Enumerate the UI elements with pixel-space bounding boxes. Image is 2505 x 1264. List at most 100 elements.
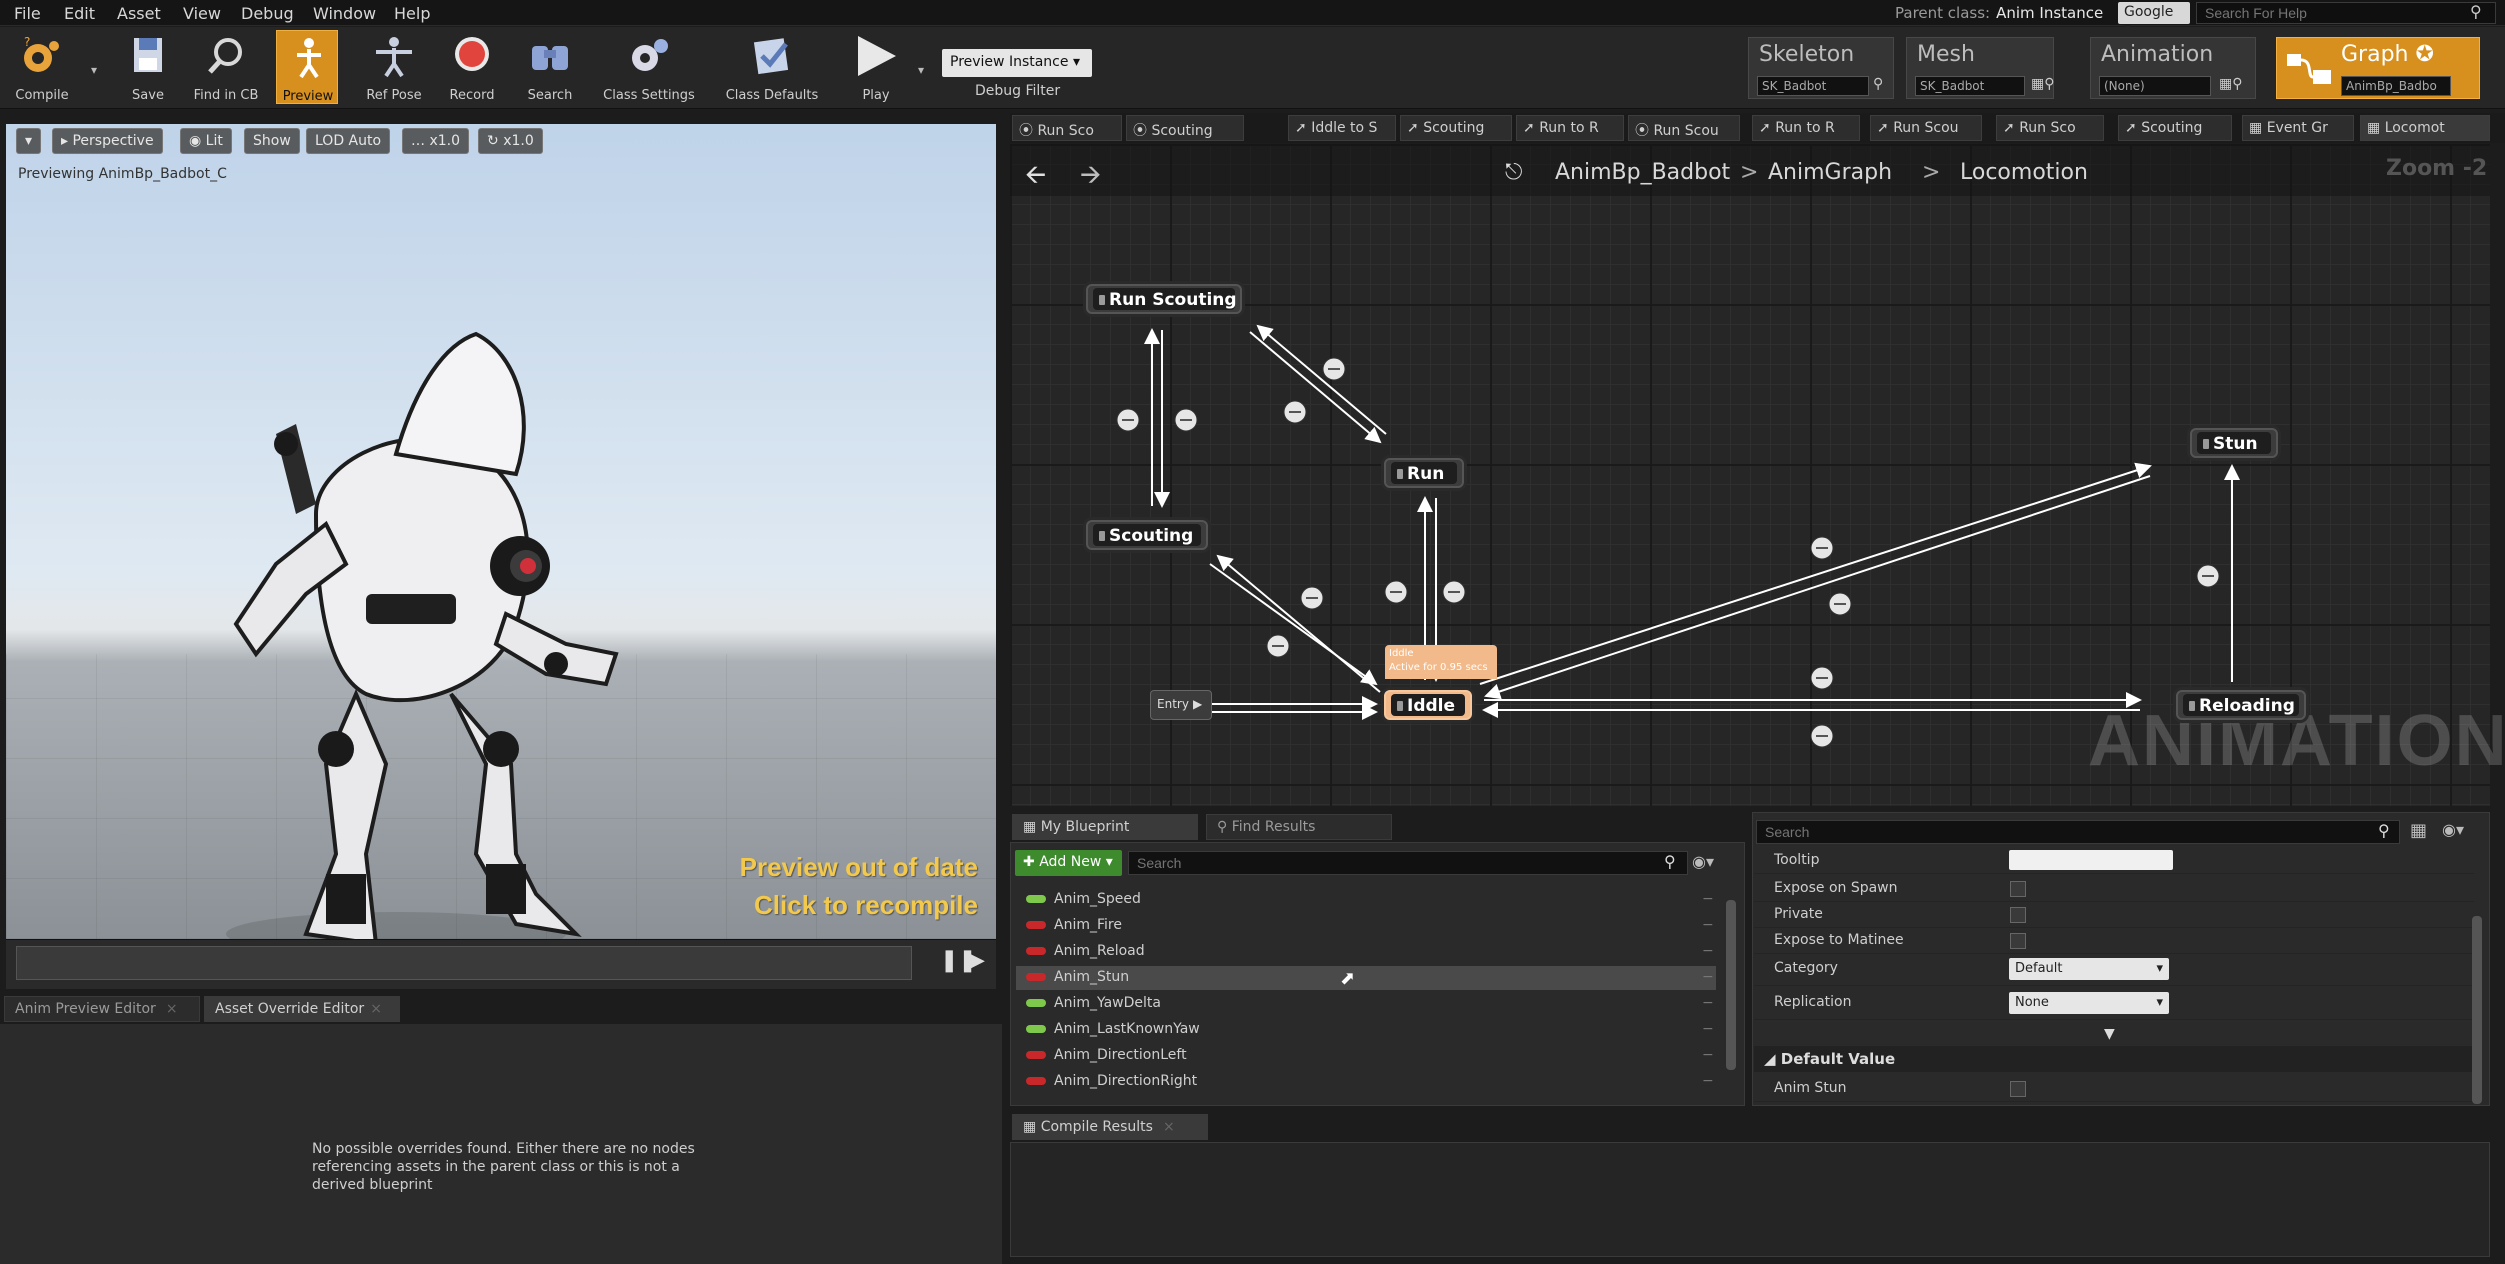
variable-menu-icon[interactable]: − bbox=[1702, 917, 1714, 933]
state-node-reloading[interactable]: Reloading bbox=[2176, 690, 2306, 720]
menu-edit[interactable]: Edit bbox=[64, 4, 95, 23]
search-icon[interactable]: ⚲ bbox=[2378, 821, 2390, 840]
search-icon[interactable]: ⚲ bbox=[2470, 2, 2482, 21]
show-button[interactable]: Show bbox=[244, 128, 300, 154]
state-node-run-scouting[interactable]: Run Scouting bbox=[1086, 284, 1242, 314]
anim-stun-default-checkbox[interactable] bbox=[2010, 1081, 2026, 1097]
replication-dropdown[interactable]: None ▾ bbox=[2009, 992, 2169, 1014]
state-node-iddle[interactable]: Iddle bbox=[1384, 690, 1472, 720]
search-provider-dropdown[interactable]: Google ▾ bbox=[2118, 2, 2190, 36]
variable-row[interactable]: Anim_DirectionRight − bbox=[1016, 1070, 1716, 1094]
parent-class-value[interactable]: Anim Instance bbox=[1996, 4, 2103, 22]
search-button[interactable]: Search bbox=[512, 30, 588, 104]
tab-graph-2[interactable]: ➚ Iddle to S bbox=[1288, 115, 1396, 141]
state-node-run[interactable]: Run bbox=[1384, 458, 1464, 488]
ref-pose-button[interactable]: Ref Pose bbox=[356, 30, 432, 104]
play-rate-button[interactable]: ↻ x1.0 bbox=[478, 128, 543, 154]
tab-graph-10[interactable]: ▦ Event Gr bbox=[2242, 115, 2354, 141]
tab-graph-4[interactable]: ➚ Run to R bbox=[1516, 115, 1624, 141]
class-defaults-button[interactable]: Class Defaults bbox=[720, 30, 824, 104]
help-search-input[interactable] bbox=[2196, 2, 2496, 24]
tab-graph-3[interactable]: ➚ Scouting bbox=[1400, 115, 1512, 141]
preview-instance-dropdown[interactable]: Preview Instance ▾ bbox=[942, 49, 1092, 77]
transition-iddle-to-stun[interactable] bbox=[1479, 462, 2152, 685]
menu-view[interactable]: View bbox=[183, 4, 221, 23]
close-icon[interactable]: × bbox=[1163, 1119, 1175, 1135]
tab-graph-8[interactable]: ➚ Run Sco bbox=[1996, 115, 2104, 141]
variable-menu-icon[interactable]: − bbox=[1702, 1073, 1714, 1089]
compile-options-chevron-icon[interactable]: ▾ bbox=[91, 63, 97, 77]
mode-mesh-field[interactable]: SK_Badbot bbox=[1915, 76, 2025, 96]
default-value-section-header[interactable]: ◢ Default Value bbox=[1754, 1046, 2474, 1072]
tab-asset-override-editor[interactable]: Asset Override Editor × bbox=[204, 996, 400, 1022]
variable-row[interactable]: Anim_LastKnownYaw − bbox=[1016, 1018, 1716, 1042]
add-new-button[interactable]: ✚ Add New ▾ bbox=[1015, 850, 1122, 876]
transition-stun-to-iddle[interactable] bbox=[1484, 475, 2151, 700]
menu-asset[interactable]: Asset bbox=[117, 4, 161, 23]
transition-iddle-to-scouting[interactable] bbox=[1216, 554, 1381, 693]
entry-node[interactable]: Entry ▶ bbox=[1150, 690, 1212, 720]
search-icon[interactable]: ⚲ bbox=[1664, 852, 1676, 871]
mode-mesh[interactable]: Mesh SK_Badbot ▦⚲ bbox=[1906, 37, 2054, 99]
step-forward-icon[interactable]: ▶ bbox=[968, 948, 985, 973]
play-button[interactable]: Play bbox=[838, 30, 914, 104]
save-button[interactable]: Save bbox=[110, 30, 186, 104]
compile-button[interactable]: ? Compile bbox=[4, 30, 80, 104]
tab-graph-5[interactable]: ⦿ Run Scou bbox=[1628, 115, 1740, 141]
tab-find-results[interactable]: ⚲ Find Results bbox=[1206, 814, 1392, 840]
tab-graph-11[interactable]: ▦ Locomot bbox=[2360, 115, 2490, 141]
variable-row-selected[interactable]: Anim_Stun − ⬈ bbox=[1016, 966, 1716, 990]
variable-menu-icon[interactable]: − bbox=[1702, 995, 1714, 1011]
menu-window[interactable]: Window bbox=[313, 4, 376, 23]
variable-menu-icon[interactable]: − bbox=[1702, 1021, 1714, 1037]
play-options-chevron-icon[interactable]: ▾ bbox=[918, 63, 924, 77]
viewport-options-button[interactable]: ▾ bbox=[16, 128, 42, 154]
menu-file[interactable]: File bbox=[14, 4, 41, 23]
expose-on-spawn-checkbox[interactable] bbox=[2010, 881, 2026, 897]
variable-row[interactable]: Anim_Reload − bbox=[1016, 940, 1716, 964]
menu-help[interactable]: Help bbox=[394, 4, 430, 23]
variable-menu-icon[interactable]: − bbox=[1702, 1047, 1714, 1063]
skeleton-search-icon[interactable]: ⚲ bbox=[1873, 76, 1883, 92]
preview-button[interactable]: Preview bbox=[276, 30, 338, 104]
mode-animation-field[interactable]: (None) bbox=[2099, 76, 2211, 96]
variable-menu-icon[interactable]: − bbox=[1702, 969, 1714, 985]
transition-runscouting-to-run[interactable] bbox=[1249, 331, 1382, 444]
class-settings-button[interactable]: Class Settings bbox=[597, 30, 701, 104]
tab-graph-9[interactable]: ➚ Scouting bbox=[2118, 115, 2232, 141]
state-node-scouting[interactable]: Scouting bbox=[1086, 520, 1208, 550]
blueprint-scrollbar[interactable] bbox=[1726, 900, 1736, 1070]
lod-auto-button[interactable]: LOD Auto bbox=[306, 128, 391, 154]
view-options-eye-icon[interactable]: ◉▾ bbox=[1692, 852, 1714, 871]
tab-graph-0[interactable]: ⦿ Run Sco bbox=[1012, 115, 1122, 141]
tab-anim-preview-editor[interactable]: Anim Preview Editor × bbox=[4, 996, 200, 1022]
mesh-search-icon[interactable]: ▦⚲ bbox=[2031, 76, 2054, 92]
tab-graph-1[interactable]: ⦿ Scouting bbox=[1126, 115, 1244, 141]
transition-run-to-runscouting[interactable] bbox=[1256, 324, 1387, 435]
close-icon[interactable]: × bbox=[166, 1001, 178, 1017]
lit-button[interactable]: ◉ Lit bbox=[180, 128, 232, 154]
timeline-scrubber[interactable] bbox=[16, 946, 912, 980]
details-search-input[interactable] bbox=[1756, 820, 2400, 844]
animation-search-icon[interactable]: ▦⚲ bbox=[2219, 76, 2242, 92]
variable-menu-icon[interactable]: − bbox=[1702, 891, 1714, 907]
tab-graph-6[interactable]: ➚ Run to R bbox=[1752, 115, 1860, 141]
tab-compile-results[interactable]: ▦ Compile Results × bbox=[1012, 1114, 1208, 1140]
mode-animation[interactable]: Animation (None) ▦⚲ bbox=[2090, 37, 2256, 99]
expose-to-matinee-checkbox[interactable] bbox=[2010, 933, 2026, 949]
property-matrix-icon[interactable]: ▦ bbox=[2410, 820, 2427, 841]
mode-skeleton[interactable]: Skeleton SK_Badbot ⚲ bbox=[1748, 37, 1894, 99]
tab-graph-7[interactable]: ➚ Run Scou bbox=[1870, 115, 1982, 141]
private-checkbox[interactable] bbox=[2010, 907, 2026, 923]
details-scrollbar[interactable] bbox=[2472, 916, 2482, 1104]
variable-row[interactable]: Anim_YawDelta − bbox=[1016, 992, 1716, 1016]
mode-graph-field[interactable]: AnimBp_Badbo bbox=[2341, 76, 2451, 96]
view-options-eye-icon[interactable]: ◉▾ bbox=[2442, 820, 2464, 839]
close-icon[interactable]: × bbox=[370, 1001, 382, 1017]
variable-row[interactable]: Anim_DirectionLeft − bbox=[1016, 1044, 1716, 1068]
blueprint-search-input[interactable] bbox=[1128, 851, 1688, 875]
record-button[interactable]: Record bbox=[434, 30, 510, 104]
preview-viewport[interactable]: Z bbox=[6, 124, 996, 939]
find-in-cb-button[interactable]: Find in CB bbox=[188, 30, 264, 104]
tab-my-blueprint[interactable]: ▦ My Blueprint bbox=[1012, 814, 1198, 840]
